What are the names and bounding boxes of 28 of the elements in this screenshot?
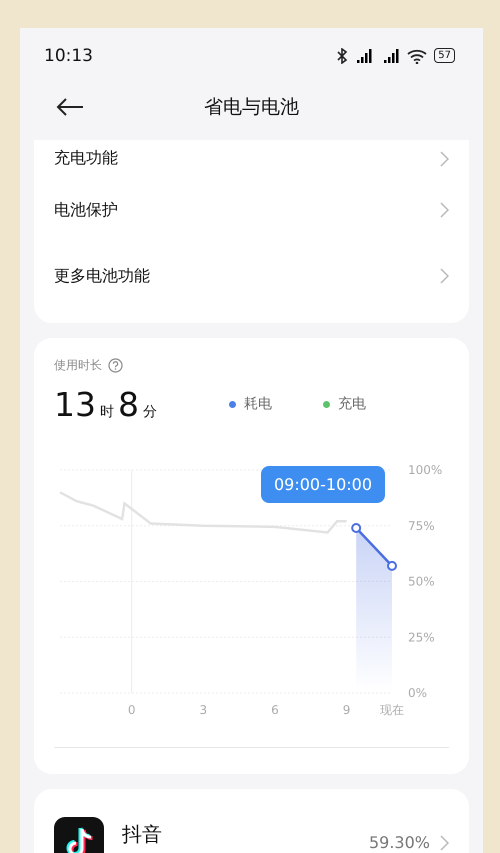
axis-label: 现在 [380,703,404,717]
axis-label: 50% [408,574,435,588]
usage-duration: 13 时 8 分 [54,384,158,424]
axis-label: 6 [271,703,279,717]
menu-item[interactable]: 电池保护 [34,177,469,243]
time-tooltip: 09:00-10:00 [261,466,385,503]
axis-label: 25% [408,630,435,644]
help-icon[interactable] [108,358,123,372]
axis-label: 100% [408,463,442,477]
chevron-icon [440,834,449,850]
wifi-icon [407,48,430,64]
legend-label: 充电 [338,395,366,413]
axis-label: 0% [408,686,428,700]
chevron-icon [440,202,449,218]
menu-item[interactable]: 更多电池功能 [34,243,469,309]
chevron-icon [440,150,449,166]
bluetooth-icon [336,48,348,64]
legend-label: 耗电 [244,395,272,413]
axis-label: 9 [342,703,350,717]
axis-label: 75% [408,518,435,533]
status-time: 10:13 [44,46,93,66]
page-title: 省电与电池 [203,95,300,120]
axis-label: 0 [128,703,136,717]
menu-item[interactable]: 充电功能 [34,140,469,177]
section-title: 使用时长 [54,356,102,374]
axis-label: 3 [200,703,208,717]
chevron-icon [440,268,449,284]
battery-indicator: 57 [434,48,455,63]
